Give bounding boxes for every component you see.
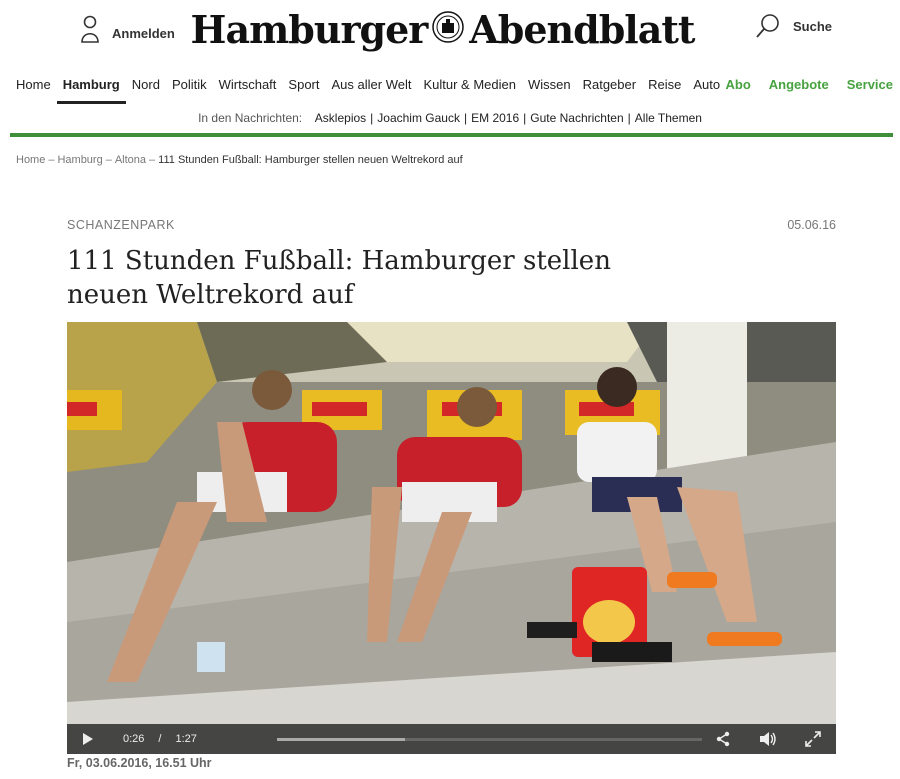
- breadcrumb-hamburg[interactable]: Hamburg: [57, 154, 102, 166]
- search-icon: [755, 12, 783, 45]
- nav-item-wirtschaft[interactable]: Wirtschaft: [213, 68, 283, 104]
- breadcrumb-separator: –: [105, 154, 112, 166]
- breadcrumb-altona[interactable]: Altona: [115, 154, 146, 166]
- play-icon[interactable]: [73, 724, 103, 754]
- video-controls: 0:26 / 1:27: [67, 724, 836, 754]
- nav-item-kultur-medien[interactable]: Kultur & Medien: [417, 68, 522, 104]
- share-icon[interactable]: [715, 731, 731, 750]
- site-logo[interactable]: Hamburger Abendblatt: [191, 4, 696, 54]
- video-time-separator: /: [158, 733, 162, 745]
- video-progress-bar[interactable]: [277, 738, 702, 741]
- nav-item-hamburg[interactable]: Hamburg: [56, 68, 126, 104]
- nav-item-abo[interactable]: Abo: [708, 68, 751, 104]
- nav-item-angebote[interactable]: Angebote: [751, 68, 829, 104]
- nav-sections: Home Hamburg Nord Politik Wirtschaft Spo…: [10, 68, 726, 104]
- nav-item-ratgeber[interactable]: Ratgeber: [577, 68, 642, 104]
- nav-item-reise[interactable]: Reise: [642, 68, 687, 104]
- breadcrumb-home[interactable]: Home: [16, 154, 45, 166]
- breadcrumb-separator: –: [149, 154, 156, 166]
- nav-item-service[interactable]: Service: [829, 68, 893, 104]
- search-label: Suche: [793, 19, 833, 34]
- trending-link-gute-nachrichten[interactable]: Gute Nachrichten: [530, 111, 623, 125]
- site-header: Anmelden Hamburger Abendblatt Suche: [0, 0, 900, 62]
- nav-item-politik[interactable]: Politik: [166, 68, 213, 104]
- trending-label: In den Nachrichten:: [198, 111, 303, 125]
- breadcrumb-separator: –: [48, 154, 55, 166]
- video-duration: 1:27: [175, 733, 197, 745]
- fullscreen-icon[interactable]: [805, 731, 821, 750]
- breadcrumb: Home – Hamburg – Altona –111 Stunden Fußball:…: [16, 154, 463, 166]
- nav-services: Abo Angebote Service: [708, 68, 894, 104]
- nav-item-home[interactable]: Home: [10, 68, 57, 104]
- trending-link-em-2016[interactable]: EM 2016: [471, 111, 519, 125]
- breadcrumb-current: 111 Stunden Fußball: Hamburger stellen n…: [158, 154, 463, 166]
- volume-icon[interactable]: [759, 731, 777, 750]
- user-icon: [80, 14, 100, 49]
- nav-item-aus-aller-welt[interactable]: Aus aller Welt: [326, 68, 418, 104]
- article-date: 05.06.16: [787, 218, 836, 232]
- video-player[interactable]: 0:26 / 1:27: [67, 322, 836, 754]
- login-button[interactable]: Anmelden: [80, 14, 175, 49]
- video-frame-image: [67, 322, 836, 754]
- trending-topics-bar: In den Nachrichten: Asklepios | Joachim Ga…: [0, 111, 900, 125]
- video-timestamp: Fr, 03.06.2016, 16.51 Uhr: [67, 756, 212, 770]
- login-label: Anmelden: [112, 25, 175, 41]
- nav-item-nord[interactable]: Nord: [126, 68, 166, 104]
- article-headline: 111 Stunden Fußball: Hamburger stellen n…: [67, 246, 611, 310]
- logo-seal-icon: [431, 10, 465, 49]
- header-divider: [10, 133, 893, 137]
- logo-text-right: Abendblatt: [469, 6, 695, 52]
- video-current-time: 0:26: [123, 733, 145, 745]
- trending-separator: |: [523, 111, 527, 125]
- nav-item-sport[interactable]: Sport: [282, 68, 325, 104]
- nav-item-wissen[interactable]: Wissen: [522, 68, 577, 104]
- trending-separator: |: [370, 111, 374, 125]
- video-progress-fill: [277, 738, 405, 741]
- trending-link-alle-themen[interactable]: Alle Themen: [635, 111, 702, 125]
- search-button[interactable]: Suche: [755, 12, 832, 45]
- trending-link-joachim-gauck[interactable]: Joachim Gauck: [377, 111, 460, 125]
- logo-text-left: Hamburger: [190, 6, 429, 52]
- trending-separator: |: [463, 111, 468, 125]
- trending-link-asklepios[interactable]: Asklepios: [315, 111, 366, 125]
- trending-separator: |: [627, 111, 631, 125]
- main-nav: Home Hamburg Nord Politik Wirtschaft Spo…: [10, 68, 893, 104]
- article-kicker: SCHANZENPARK: [67, 218, 175, 232]
